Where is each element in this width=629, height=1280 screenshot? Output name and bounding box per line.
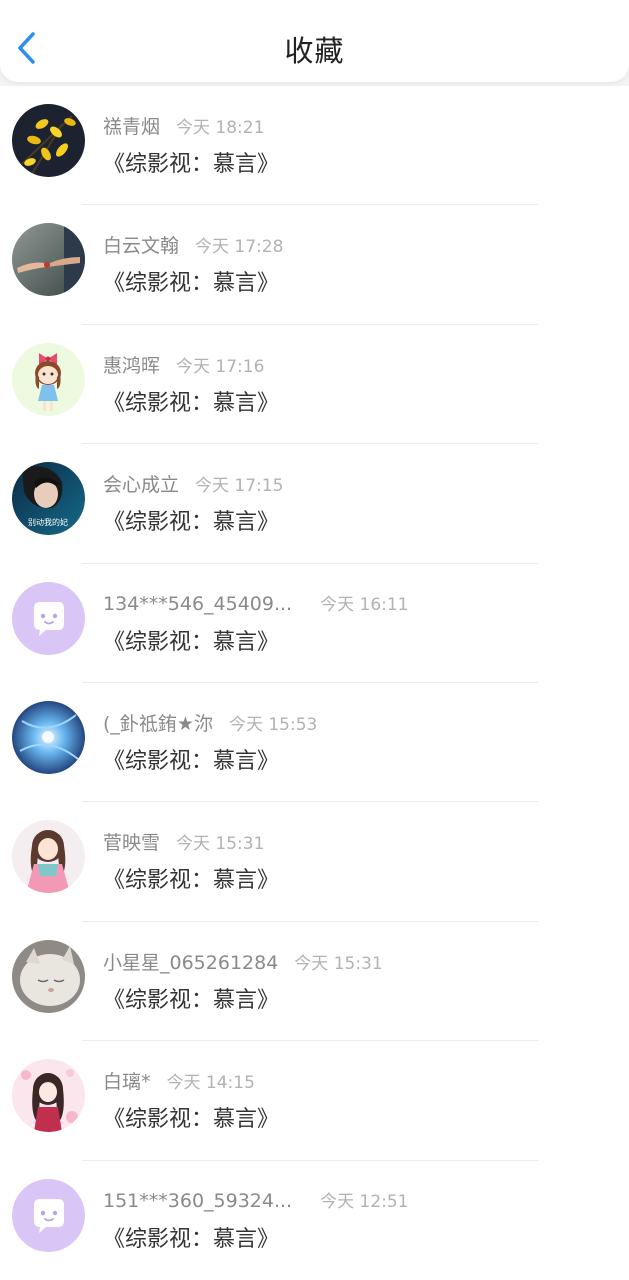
username[interactable]: 151***360_59324... — [103, 1190, 292, 1212]
timestamp: 今天 15:53 — [228, 714, 318, 735]
yellow-flowers-avatar-icon — [12, 104, 85, 177]
book-title[interactable]: 《综影视：慕言》 — [103, 1101, 279, 1133]
list-item[interactable]: 白云文翰 今天 17:28 《综影视：慕言》 — [0, 205, 629, 325]
list-item[interactable]: 小星星_065261284 今天 15:31 《综影视：慕言》 — [0, 922, 629, 1042]
item-meta: 151***360_59324... 今天 12:51 — [103, 1187, 409, 1213]
book-title[interactable]: 《综影视：慕言》 — [103, 743, 279, 775]
timestamp: 今天 17:15 — [195, 476, 284, 497]
timestamp: 今天 12:51 — [320, 1191, 409, 1212]
book-title[interactable]: 《综影视：慕言》 — [103, 982, 279, 1014]
top-bar: 收藏 — [0, 0, 629, 82]
timestamp: 今天 18:21 — [176, 118, 265, 138]
username[interactable]: 惠鸿晖 — [103, 355, 160, 377]
list-item[interactable]: 134***546_45409... 今天 16:11 《综影视：慕言》 — [0, 564, 629, 683]
book-title[interactable]: 《综影视：慕言》 — [103, 862, 279, 894]
user-avatar[interactable] — [12, 820, 85, 894]
item-meta: 禚青烟 今天 18:21 — [103, 112, 264, 138]
user-avatar[interactable] — [12, 104, 85, 177]
favorites-list: 禚青烟 今天 18:21 《综影视：慕言》 白云文翰 今天 17:28 《综影视：慕… — [0, 86, 629, 1280]
cartoon-girl-avatar-icon — [12, 342, 85, 416]
timestamp: 今天 15:31 — [176, 834, 265, 855]
book-title[interactable]: 《综影视：慕言》 — [103, 504, 279, 536]
book-title[interactable]: 《综影视：慕言》 — [103, 624, 279, 656]
portrait-photo-avatar-icon: 别动我的妃 — [12, 462, 85, 536]
blue-abstract-avatar-icon — [12, 700, 85, 774]
username[interactable]: 白璃* — [103, 1071, 151, 1093]
username[interactable]: 菅映雪 — [103, 832, 160, 854]
list-item[interactable]: 惠鸿晖 今天 17:16 《综影视：慕言》 — [0, 325, 629, 445]
user-avatar[interactable] — [12, 939, 85, 1013]
item-meta: 134***546_45409... 今天 16:11 — [103, 590, 409, 616]
user-avatar[interactable]: 别动我的妃 — [12, 462, 85, 536]
item-meta: 会心成立 今天 17:15 — [103, 470, 283, 496]
anime-pink-avatar-icon — [12, 1059, 85, 1133]
book-title[interactable]: 《综影视：慕言》 — [103, 265, 279, 297]
page-title: 收藏 — [284, 34, 345, 68]
item-meta: 惠鸿晖 今天 17:16 — [103, 351, 264, 377]
user-avatar[interactable] — [12, 581, 85, 655]
list-item[interactable]: 菅映雪 今天 15:31 《综影视：慕言》 — [0, 802, 629, 922]
item-meta: 白云文翰 今天 17:28 — [103, 231, 283, 257]
username[interactable]: 禚青烟 — [103, 116, 160, 138]
chat-bubble-icon — [12, 1178, 85, 1252]
user-avatar[interactable] — [12, 342, 85, 416]
chat-bubble-icon — [12, 581, 85, 655]
item-meta: 菅映雪 今天 15:31 — [103, 828, 264, 854]
timestamp: 今天 17:28 — [195, 237, 284, 258]
user-avatar[interactable] — [12, 223, 85, 297]
username[interactable]: 会心成立 — [103, 474, 179, 496]
anime-girl-avatar-icon — [12, 820, 85, 894]
username[interactable]: 134***546_45409... — [103, 593, 292, 615]
item-meta: (_釙祗銪★沵 今天 15:53 — [103, 709, 317, 735]
list-item[interactable]: 白璃* 今天 14:15 《综影视：慕言》 — [0, 1041, 629, 1161]
timestamp: 今天 15:31 — [294, 953, 383, 974]
timestamp: 今天 16:11 — [320, 594, 409, 615]
user-avatar[interactable] — [12, 700, 85, 774]
username[interactable]: 小星星_065261284 — [103, 952, 278, 974]
username[interactable]: (_釙祗銪★沵 — [103, 713, 213, 735]
item-meta: 白璃* 今天 14:15 — [103, 1067, 255, 1093]
list-item[interactable]: (_釙祗銪★沵 今天 15:53 《综影视：慕言》 — [0, 683, 629, 803]
avatar-caption: 别动我的妃 — [28, 517, 68, 527]
list-item[interactable]: 151***360_59324... 今天 12:51 《综影视：慕言》 — [0, 1161, 629, 1280]
book-title[interactable]: 《综影视：慕言》 — [103, 1221, 279, 1253]
list-item[interactable]: 禚青烟 今天 18:21 《综影视：慕言》 — [0, 86, 629, 206]
timestamp: 今天 14:15 — [166, 1073, 255, 1094]
user-avatar[interactable] — [12, 1059, 85, 1133]
user-avatar[interactable] — [12, 1178, 85, 1252]
username[interactable]: 白云文翰 — [103, 235, 179, 257]
list-item[interactable]: 别动我的妃 会心成立 今天 17:15 《综影视：慕言》 — [0, 444, 629, 564]
cat-photo-avatar-icon — [12, 939, 85, 1013]
book-title[interactable]: 《综影视：慕言》 — [103, 146, 279, 178]
hands-photo-avatar-icon — [12, 223, 85, 297]
book-title[interactable]: 《综影视：慕言》 — [103, 385, 279, 417]
item-meta: 小星星_065261284 今天 15:31 — [103, 948, 383, 974]
timestamp: 今天 17:16 — [176, 356, 265, 377]
